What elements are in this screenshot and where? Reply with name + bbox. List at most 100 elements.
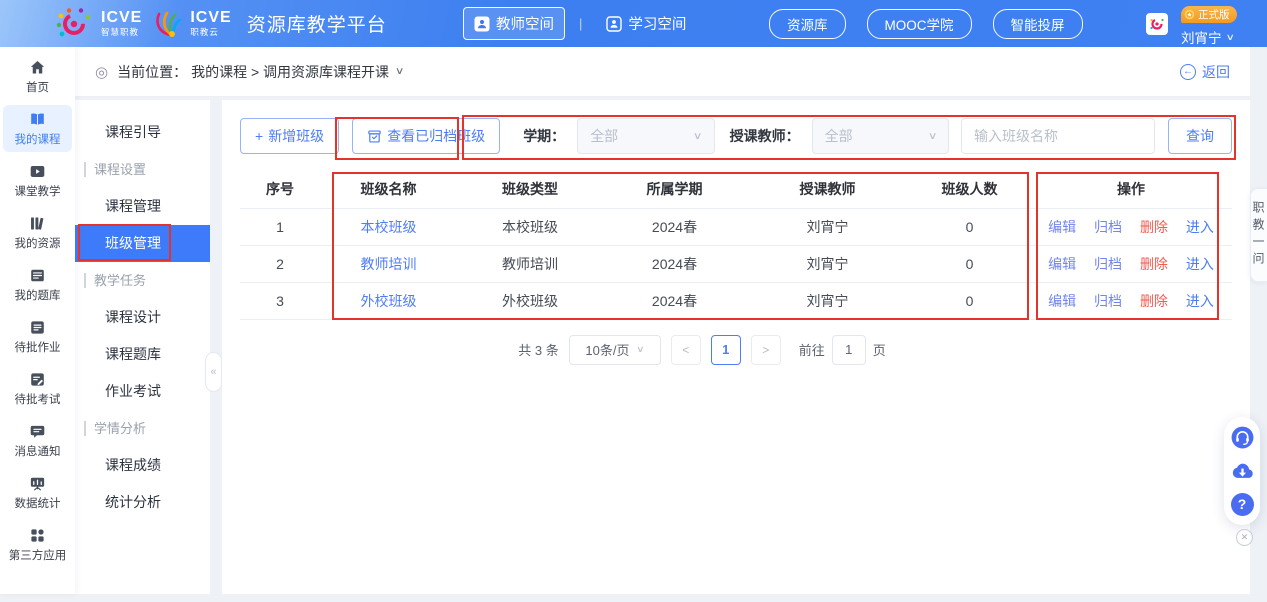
class-table-wrap: 序号 班级名称 班级类型 所属学期 授课教师 班级人数 操作 1 本校班级 本校… — [240, 170, 1232, 320]
rail-label: 我的资源 — [15, 235, 61, 251]
cell-index: 3 — [240, 282, 320, 319]
submenu-item-statistical-analysis[interactable]: 统计分析 — [75, 484, 210, 521]
submenu-item-class-management[interactable]: 班级管理 — [75, 225, 210, 262]
rail-item-pending-homework[interactable]: 待批作业 — [3, 313, 72, 360]
query-button[interactable]: 查询 — [1168, 118, 1232, 154]
close-float-menu-button[interactable]: ✕ — [1236, 529, 1253, 546]
message-bubble-icon — [29, 423, 46, 440]
download-button[interactable] — [1230, 459, 1255, 484]
cell-semester: 2024春 — [603, 282, 746, 319]
rail-label: 待批作业 — [15, 339, 61, 355]
rail-item-pending-exams[interactable]: 待批考试 — [3, 365, 72, 412]
add-class-button[interactable]: + 新增班级 — [240, 118, 339, 154]
rail-item-my-question-bank[interactable]: 我的题库 — [3, 261, 72, 308]
col-header-index: 序号 — [240, 170, 320, 208]
submenu-item-course-question-bank[interactable]: 课程题库 — [75, 336, 210, 373]
page-size-select[interactable]: 10条/页 ∨ — [569, 335, 661, 365]
enter-action[interactable]: 进入 — [1186, 219, 1214, 235]
col-header-class-name: 班级名称 — [320, 170, 457, 208]
chevron-down-icon: ∨ — [636, 344, 645, 355]
icve-logo-text: ICVE 智慧职教 — [101, 10, 142, 37]
rail-label: 数据统计 — [15, 495, 61, 511]
user-block: 正式版 刘宵宁 ∨ — [1181, 6, 1237, 47]
learning-space-button[interactable]: 学习空间 — [596, 8, 696, 39]
resource-library-link[interactable]: 资源库 — [769, 9, 846, 39]
submenu-item-course-management[interactable]: 课程管理 — [75, 188, 210, 225]
delete-action[interactable]: 删除 — [1140, 293, 1168, 309]
class-name-link[interactable]: 外校班级 — [361, 293, 417, 309]
class-name-link[interactable]: 本校班级 — [361, 219, 417, 235]
edit-action[interactable]: 编辑 — [1048, 219, 1076, 235]
rail-item-my-courses[interactable]: 我的课程 — [3, 105, 72, 152]
archive-box-icon — [367, 129, 382, 144]
prev-page-button[interactable]: < — [671, 335, 701, 365]
rail-item-my-resources[interactable]: 我的资源 — [3, 209, 72, 256]
goto-page-input[interactable] — [832, 335, 866, 365]
learning-space-icon — [606, 16, 622, 32]
current-page-button[interactable]: 1 — [711, 335, 741, 365]
delete-action[interactable]: 删除 — [1140, 219, 1168, 235]
edit-action[interactable]: 编辑 — [1048, 256, 1076, 272]
view-archived-classes-button[interactable]: 查看已归档班级 — [352, 118, 500, 154]
mooc-academy-link[interactable]: MOOC学院 — [867, 9, 972, 39]
breadcrumb-label: 当前位置： — [117, 62, 187, 82]
goto-prefix: 前往 — [799, 340, 825, 359]
table-row: 1 本校班级 本校班级 2024春 刘宵宁 0 编辑 归档 删除 进入 — [240, 208, 1232, 245]
edit-action[interactable]: 编辑 — [1048, 293, 1076, 309]
floating-action-menu: ? — [1224, 417, 1260, 525]
icve-swirl-logo-icon — [54, 6, 94, 42]
archive-action[interactable]: 归档 — [1094, 256, 1122, 272]
cell-student-count: 0 — [909, 282, 1030, 319]
teacher-select[interactable]: 全部 ∨ — [812, 118, 949, 154]
avatar[interactable] — [1146, 13, 1168, 35]
next-page-button[interactable]: > — [751, 335, 781, 365]
view-archived-label: 查看已归档班级 — [387, 126, 485, 146]
user-menu[interactable]: 刘宵宁 ∨ — [1181, 27, 1237, 47]
submenu-item-course-guide[interactable]: 课程引导 — [75, 114, 210, 151]
rail-item-notifications[interactable]: 消息通知 — [3, 417, 72, 464]
class-name-link[interactable]: 教师培训 — [361, 256, 417, 272]
cell-index: 2 — [240, 245, 320, 282]
submenu-section-teaching-tasks: 教学任务 — [75, 262, 210, 299]
col-header-semester: 所属学期 — [603, 170, 746, 208]
submenu-item-course-design[interactable]: 课程设计 — [75, 299, 210, 336]
class-name-search-input[interactable] — [961, 118, 1155, 154]
archive-action[interactable]: 归档 — [1094, 219, 1122, 235]
app-title: 资源库教学平台 — [247, 10, 387, 37]
rail-item-home[interactable]: 首页 — [3, 53, 72, 100]
smart-casting-link[interactable]: 智能投屏 — [993, 9, 1083, 39]
rail-item-third-party-apps[interactable]: 第三方应用 — [3, 521, 72, 568]
semester-select[interactable]: 全部 ∨ — [577, 118, 714, 154]
class-management-panel: + 新增班级 查看已归档班级 学期： 全部 ∨ 授课教师： 全部 ∨ — [222, 100, 1250, 594]
cell-semester: 2024春 — [603, 245, 746, 282]
delete-action[interactable]: 删除 — [1140, 256, 1168, 272]
close-icon: ✕ — [1241, 532, 1249, 543]
version-badge-label: 正式版 — [1198, 7, 1230, 22]
goto-suffix: 页 — [873, 340, 886, 359]
semester-select-value: 全部 — [590, 126, 618, 146]
enter-action[interactable]: 进入 — [1186, 256, 1214, 272]
submenu-item-course-grades[interactable]: 课程成绩 — [75, 447, 210, 484]
zhijiao-yiwen-side-tab[interactable]: 职教一问 — [1250, 188, 1267, 282]
cell-semester: 2024春 — [603, 208, 746, 245]
submenu-item-homework-exams[interactable]: 作业考试 — [75, 373, 210, 410]
rail-label: 我的题库 — [15, 287, 61, 303]
enter-action[interactable]: 进入 — [1186, 293, 1214, 309]
breadcrumb-chevron-down-icon[interactable]: ∨ — [395, 66, 405, 77]
rail-item-data-statistics[interactable]: 数据统计 — [3, 469, 72, 516]
customer-service-button[interactable] — [1230, 425, 1255, 450]
sidebar-collapse-handle[interactable]: « — [205, 352, 222, 392]
rail-label: 我的课程 — [15, 131, 61, 147]
cell-class-type: 本校班级 — [457, 208, 603, 245]
space-switcher: 教师空间 | 学习空间 — [463, 0, 696, 47]
cell-student-count: 0 — [909, 245, 1030, 282]
archive-action[interactable]: 归档 — [1094, 293, 1122, 309]
rail-item-classroom-teaching[interactable]: 课堂教学 — [3, 157, 72, 204]
cell-teacher: 刘宵宁 — [746, 208, 909, 245]
plus-icon: + — [255, 128, 263, 144]
icve-cloud-shell-logo-icon — [149, 7, 183, 41]
teacher-space-label: 教师空间 — [496, 13, 554, 34]
back-button[interactable]: ← 返回 — [1180, 62, 1230, 82]
teacher-space-button[interactable]: 教师空间 — [463, 7, 565, 40]
help-button[interactable]: ? — [1230, 492, 1255, 517]
